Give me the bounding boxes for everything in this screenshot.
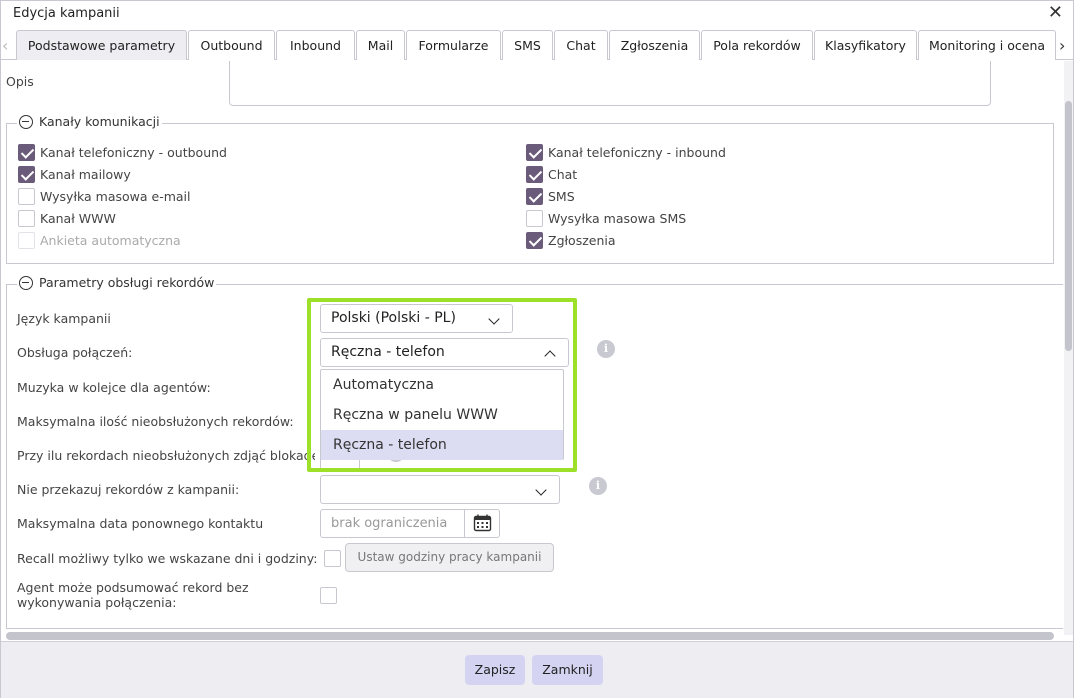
dialog-title: Edycja kampanii [13, 6, 120, 21]
tab-sms[interactable]: SMS [502, 30, 553, 60]
info-icon[interactable]: i [589, 477, 607, 495]
tab-monitoring[interactable]: Monitoring i ocena [918, 30, 1056, 60]
channel-checkbox-row[interactable]: Kanał WWW [18, 210, 116, 227]
channel-checkbox[interactable] [526, 166, 543, 183]
chevron-down-icon [535, 484, 547, 496]
channel-checkbox-row[interactable]: Kanał telefoniczny - inbound [526, 144, 726, 161]
connection-label: Obsługa połączeń: [17, 345, 133, 360]
no-transfer-label: Nie przekazuj rekordów z kampanii: [17, 482, 240, 497]
tabs-scroll-left-icon[interactable]: ‹ [2, 36, 8, 55]
horizontal-scrollbar-thumb[interactable] [6, 632, 1054, 640]
channel-checkbox-label: Kanał WWW [40, 211, 116, 226]
channel-checkbox[interactable] [18, 144, 35, 161]
tab-classifiers[interactable]: Klasyfikatory [814, 30, 917, 60]
chevron-down-icon [488, 313, 500, 325]
max-date-placeholder: brak ograniczenia [331, 516, 448, 531]
description-textarea[interactable] [229, 61, 991, 106]
channel-checkbox-row[interactable]: SMS [526, 188, 575, 205]
connection-select-value: Ręczna - telefon [331, 344, 445, 360]
channel-checkbox[interactable] [526, 210, 543, 227]
collapse-icon[interactable] [19, 275, 33, 290]
channel-checkbox-label: SMS [548, 189, 575, 204]
tab-record-fields[interactable]: Pola rekordów [701, 30, 813, 60]
set-hours-button[interactable]: Ustaw godziny pracy kampanii [345, 543, 554, 572]
summarize-label: Agent może podsumować rekord bez wykonyw… [17, 580, 249, 610]
connection-select[interactable]: Ręczna - telefon [320, 338, 569, 367]
params-legend[interactable]: Parametry obsługi rekordów [17, 275, 217, 290]
max-date-input[interactable]: brak ograniczenia [320, 509, 500, 538]
dialog-footer: Zapisz Zamknij [1, 641, 1073, 698]
tab-chat[interactable]: Chat [554, 30, 608, 60]
tab-content: Opis Kanały komunikacji Kanał telefonicz… [1, 61, 1063, 633]
channel-checkbox[interactable] [18, 188, 35, 205]
channel-checkbox[interactable] [526, 188, 543, 205]
channels-legend-label: Kanały komunikacji [39, 114, 160, 129]
language-select-value: Polski (Polski - PL) [331, 310, 456, 326]
channel-checkbox-label: Kanał telefoniczny - inbound [548, 145, 726, 160]
language-select[interactable]: Polski (Polski - PL) [320, 304, 513, 333]
max-date-label: Maksymalna data ponownego kontaktu [17, 516, 264, 531]
tab-bar: ‹ Podstawowe parametry Outbound Inbound … [1, 30, 1073, 60]
max-unhandled-label: Maksymalna ilość nieobsłużonych rekordów… [17, 414, 294, 429]
channel-checkbox [18, 232, 35, 249]
channel-checkbox-row[interactable]: Wysyłka masowa e-mail [18, 188, 191, 205]
channel-checkbox-row[interactable]: Kanał telefoniczny - outbound [18, 144, 227, 161]
channel-checkbox-row[interactable]: Wysyłka masowa SMS [526, 210, 686, 227]
channel-checkbox-label: Kanał mailowy [40, 167, 131, 182]
channel-checkbox[interactable] [18, 166, 35, 183]
option-automatic[interactable]: Automatyczna [321, 370, 563, 400]
info-icon[interactable]: i [597, 340, 615, 358]
close-button[interactable]: Zamknij [532, 655, 603, 685]
no-transfer-select[interactable] [320, 475, 560, 504]
close-icon[interactable]: ✕ [1048, 3, 1063, 23]
collapse-icon[interactable] [19, 114, 33, 129]
connection-options-list: Automatyczna Ręczna w panelu WWW Ręczna … [320, 369, 564, 460]
calendar-icon[interactable] [464, 510, 499, 537]
music-label: Muzyka w kolejce dla agentów: [17, 380, 211, 395]
dialog-titlebar: Edycja kampanii ✕ [1, 1, 1073, 27]
channel-checkbox-label: Ankieta automatyczna [40, 233, 181, 248]
summarize-checkbox[interactable] [320, 587, 337, 604]
channel-checkbox-row[interactable]: Zgłoszenia [526, 232, 616, 249]
tab-basic-parameters[interactable]: Podstawowe parametry [16, 30, 187, 60]
language-label: Język kampanii [17, 311, 111, 326]
campaign-edit-dialog: Edycja kampanii ✕ ‹ Podstawowe parametry… [0, 0, 1074, 698]
tab-inbound[interactable]: Inbound [276, 30, 355, 60]
channel-checkbox[interactable] [526, 232, 543, 249]
channel-checkbox[interactable] [18, 210, 35, 227]
description-label: Opis [6, 74, 34, 89]
save-button[interactable]: Zapisz [465, 655, 525, 685]
channels-legend[interactable]: Kanały komunikacji [17, 114, 162, 129]
channel-checkbox-label: Kanał telefoniczny - outbound [40, 145, 227, 160]
tabs-scroll-right-icon[interactable]: › [1059, 36, 1065, 55]
channels-fieldset: Kanały komunikacji Kanał telefoniczny - … [6, 114, 1054, 264]
tab-forms[interactable]: Formularze [406, 30, 501, 60]
chevron-up-icon [544, 350, 556, 362]
unlock-at-label: Przy ilu rekordach nieobsłużonych zdjąć … [17, 448, 315, 463]
tab-outbound[interactable]: Outbound [188, 30, 275, 60]
channel-checkbox-row[interactable]: Kanał mailowy [18, 166, 131, 183]
channel-checkbox-label: Chat [548, 167, 578, 182]
option-manual-phone[interactable]: Ręczna - telefon [321, 430, 563, 460]
channel-checkbox-row: Ankieta automatyczna [18, 232, 181, 249]
channel-checkbox[interactable] [526, 144, 543, 161]
vertical-scrollbar-thumb[interactable] [1065, 101, 1072, 351]
channel-checkbox-label: Wysyłka masowa SMS [548, 211, 687, 226]
option-manual-web[interactable]: Ręczna w panelu WWW [321, 400, 563, 430]
params-legend-label: Parametry obsługi rekordów [39, 275, 215, 290]
tab-tickets[interactable]: Zgłoszenia [609, 30, 700, 60]
channel-checkbox-label: Zgłoszenia [548, 233, 616, 248]
channel-checkbox-row[interactable]: Chat [526, 166, 577, 183]
tab-mail[interactable]: Mail [356, 30, 405, 60]
recall-label: Recall możliwy tylko we wskazane dni i g… [17, 551, 318, 566]
channel-checkbox-label: Wysyłka masowa e-mail [40, 189, 191, 204]
recall-checkbox[interactable] [324, 550, 341, 567]
